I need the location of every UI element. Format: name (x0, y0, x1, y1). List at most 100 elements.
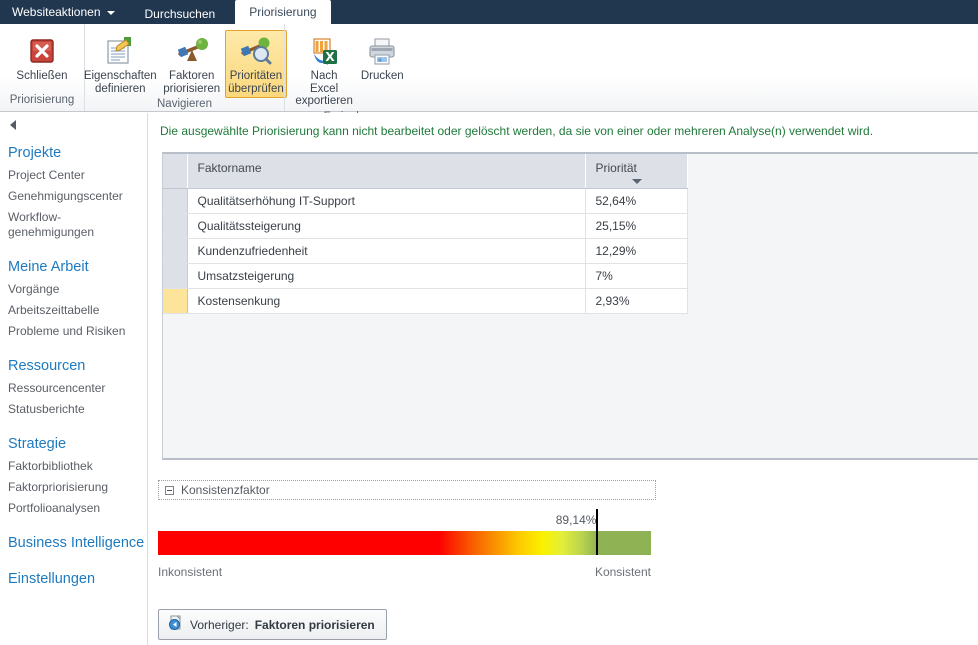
ribbon-group-label-priorisierung: Priorisierung (9, 94, 75, 106)
sort-descending-icon (632, 178, 642, 184)
table-body: Qualitätserhöhung IT-Support 52,64% Qual… (163, 188, 688, 314)
consistency-section-title: Konsistenzfaktor (181, 483, 270, 497)
scale-label-consistent: Konsistent (594, 565, 651, 579)
consistency-section-header[interactable]: Konsistenzfaktor (158, 480, 656, 500)
ribbon-tab-strip: Websiteaktionen Durchsuchen Priorisierun… (0, 0, 978, 24)
sidebar-item-portfolioanalysen[interactable]: Portfolioanalysen (0, 498, 147, 519)
previous-step-button[interactable]: Vorheriger: Faktoren priorisieren (158, 609, 387, 640)
cell-prioritaet: 12,29% (585, 238, 688, 264)
table-row[interactable]: Qualitätserhöhung IT-Support 52,64% (163, 188, 688, 214)
review-priorities-label: Prioritäten überprüfen (228, 70, 284, 95)
tab-durchsuchen[interactable]: Durchsuchen (131, 4, 230, 24)
sidebar-item-statusberichte[interactable]: Statusberichte (0, 399, 147, 420)
review-priorities-icon (239, 34, 273, 68)
prioritize-factors-button[interactable]: Faktoren priorisieren (160, 30, 223, 98)
row-selector[interactable] (163, 263, 188, 289)
cell-faktorname: Qualitätserhöhung IT-Support (187, 188, 586, 214)
cell-faktorname: Kundenzufriedenheit (187, 238, 586, 264)
sidebar-item-genehmigungscenter[interactable]: Genehmigungscenter (0, 186, 147, 207)
column-header-faktorname[interactable]: Faktorname (187, 154, 586, 189)
select-all-header (163, 154, 188, 189)
tab-priorisierung[interactable]: Priorisierung (235, 0, 331, 24)
column-header-prioritaet-label: Priorität (595, 161, 637, 175)
notice-message: Die ausgewählte Priorisierung kann nicht… (160, 124, 874, 138)
table-header-row: Faktorname Priorität (163, 154, 688, 189)
factors-table: Faktorname Priorität Qualitätserhöhung I… (163, 154, 688, 314)
ribbon-group-priorisierung: Schließen Priorisierung (0, 24, 84, 111)
cell-prioritaet: 7% (585, 263, 688, 289)
cell-prioritaet: 25,15% (585, 213, 688, 239)
prioritize-factors-label: Faktoren priorisieren (163, 70, 221, 95)
table-row[interactable]: Umsatzsteigerung 7% (163, 263, 688, 289)
review-priorities-button[interactable]: Prioritäten überprüfen (225, 30, 287, 98)
scale-label-inconsistent: Inkonsistent (158, 565, 223, 579)
sidebar-heading-meine-arbeit[interactable]: Meine Arbeit (0, 253, 147, 279)
cell-faktorname: Kostensenkung (187, 288, 586, 314)
close-button[interactable]: Schließen (8, 30, 76, 86)
define-properties-button[interactable]: Eigenschaften definieren (82, 30, 158, 98)
main-content: Die ausgewählte Priorisierung kann nicht… (149, 113, 978, 645)
table-row[interactable]: Qualitätssteigerung 25,15% (163, 213, 688, 239)
print-button-label: Drucken (360, 70, 404, 82)
consistency-value-label: 89,14% (555, 513, 597, 527)
row-selector[interactable] (163, 238, 188, 264)
chevron-down-icon (106, 11, 115, 15)
cell-prioritaet: 2,93% (585, 288, 688, 314)
close-button-label: Schließen (16, 70, 68, 82)
printer-icon (366, 34, 398, 68)
site-actions-menu[interactable]: Websiteaktionen (0, 5, 125, 24)
consistency-gauge: 89,14% Inkonsistent Konsistent (158, 509, 678, 585)
previous-step-prefix: Vorheriger: (190, 617, 249, 632)
sidebar-heading-business-intelligence[interactable]: Business Intelligence (0, 529, 147, 555)
export-to-excel-label: Nach Excel exportieren (295, 70, 353, 107)
sidebar-item-faktorbibliothek[interactable]: Faktorbibliothek (0, 456, 147, 477)
sidebar-item-workflow-genehmigungen[interactable]: Workflow-genehmigungen (0, 207, 147, 243)
ribbon-group-freigeben: X Nach Excel exportieren Drucken (284, 24, 414, 123)
table-row[interactable]: Kostensenkung 2,93% (163, 288, 688, 314)
sidebar-heading-einstellungen[interactable]: Einstellungen (0, 565, 147, 591)
sidebar-item-arbeitszeittabelle[interactable]: Arbeitszeittabelle (0, 300, 147, 321)
sidebar-item-ressourcencenter[interactable]: Ressourcencenter (0, 378, 147, 399)
excel-export-icon: X (308, 34, 340, 68)
ribbon-body: Schließen Priorisierung Eigenschaften de… (0, 24, 978, 123)
collapse-left-icon (10, 120, 16, 130)
sidebar-section-ressourcen: Ressourcen Ressourcencenter Statusberich… (0, 352, 147, 420)
row-selector[interactable] (163, 213, 188, 239)
site-actions-label: Websiteaktionen (12, 5, 101, 19)
sidebar-item-faktorpriorisierung[interactable]: Faktorpriorisierung (0, 477, 147, 498)
row-selector[interactable] (163, 288, 188, 314)
consistency-gradient-bar (158, 509, 651, 555)
row-selector[interactable] (163, 188, 188, 214)
previous-step-target: Faktoren priorisieren (254, 617, 375, 632)
collapse-minus-icon[interactable] (165, 485, 174, 495)
sidebar: Projekte Project Center Genehmigungscent… (0, 113, 148, 645)
consistency-value-row: 89,14% (158, 513, 678, 531)
table-row[interactable]: Kundenzufriedenheit 12,29% (163, 238, 688, 264)
sidebar-heading-ressourcen[interactable]: Ressourcen (0, 352, 147, 378)
sidebar-section-meine-arbeit: Meine Arbeit Vorgänge Arbeitszeittabelle… (0, 253, 147, 342)
sidebar-collapse-button[interactable] (0, 113, 147, 139)
sidebar-item-probleme-und-risiken[interactable]: Probleme und Risiken (0, 321, 147, 342)
close-red-icon (27, 34, 57, 68)
ribbon-group-navigieren: Eigenschaften definieren Faktoren priori… (82, 24, 287, 111)
export-to-excel-button[interactable]: X Nach Excel exportieren (292, 30, 356, 111)
previous-page-icon (168, 615, 184, 634)
print-button[interactable]: Drucken (358, 30, 407, 86)
sidebar-section-projekte: Projekte Project Center Genehmigungscent… (0, 139, 147, 243)
sidebar-item-vorgaenge[interactable]: Vorgänge (0, 279, 147, 300)
consistency-marker (596, 509, 599, 555)
factors-table-panel: Faktorname Priorität Qualitätserhöhung I… (162, 152, 978, 460)
consistency-scale-labels: Inkonsistent Konsistent (158, 565, 651, 585)
sidebar-heading-strategie[interactable]: Strategie (0, 430, 147, 456)
column-header-prioritaet[interactable]: Priorität (585, 154, 688, 189)
cell-faktorname: Qualitätssteigerung (187, 213, 586, 239)
balance-scale-icon (175, 34, 209, 68)
sidebar-item-project-center[interactable]: Project Center (0, 165, 147, 186)
sidebar-heading-projekte[interactable]: Projekte (0, 139, 147, 165)
cell-prioritaet: 52,64% (585, 188, 688, 214)
